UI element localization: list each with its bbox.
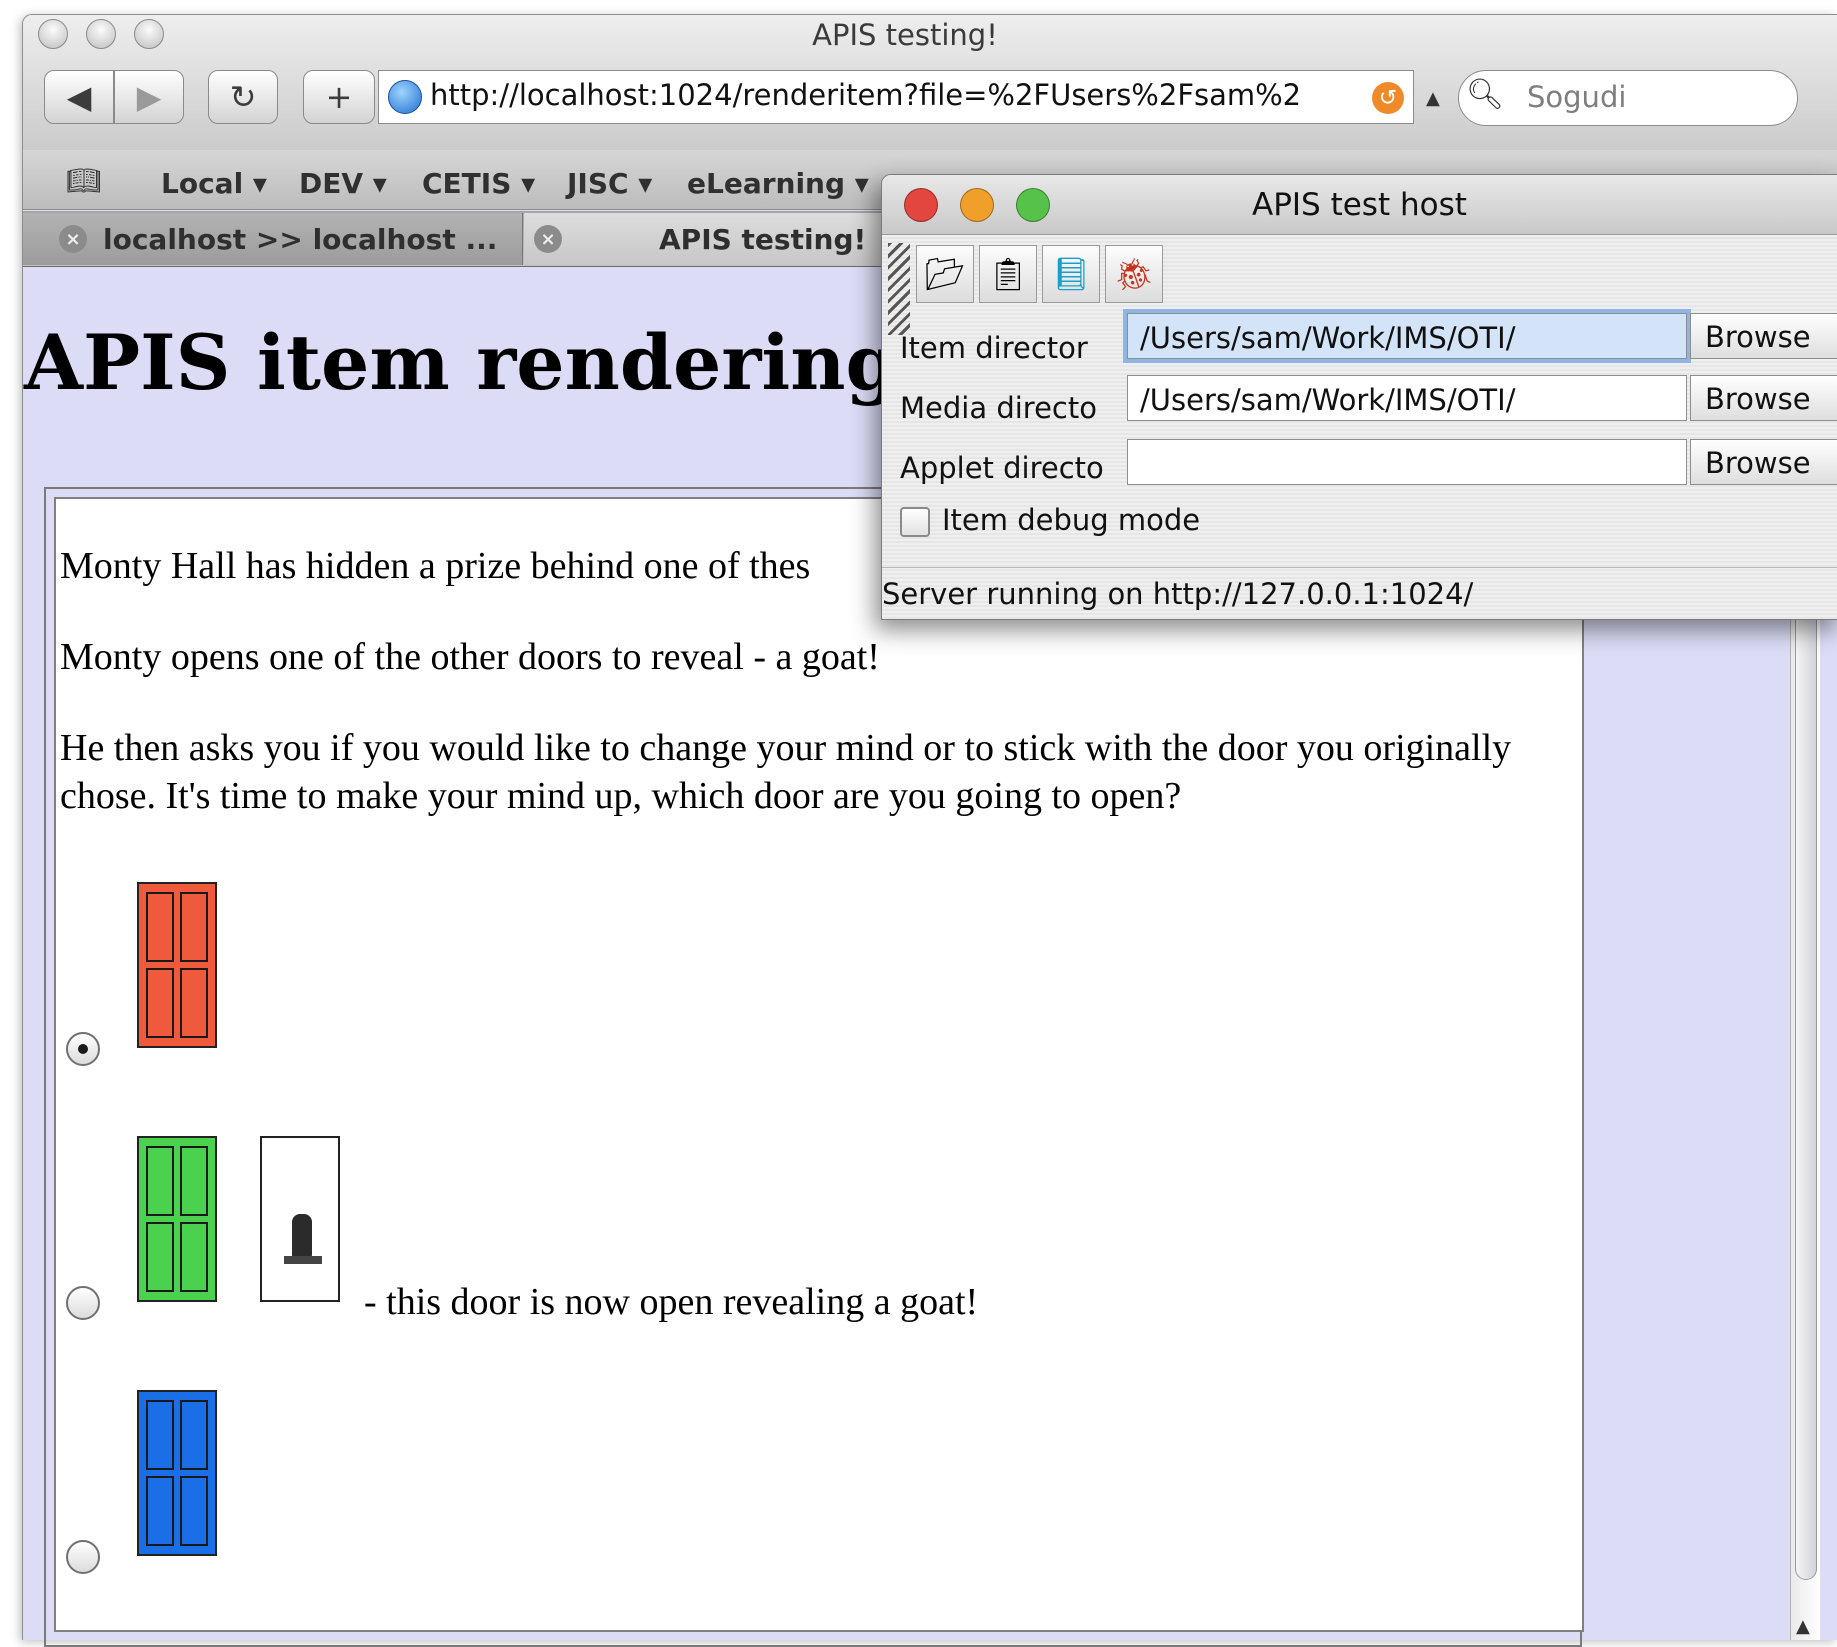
door-panel: [146, 1400, 174, 1470]
media-directory-input[interactable]: /Users/sam/Work/IMS/OTI/: [1127, 375, 1687, 421]
tab-label: APIS testing!: [659, 223, 867, 256]
tab-close-icon[interactable]: ×: [534, 225, 562, 253]
door-panel: [146, 892, 174, 962]
door-panel: [180, 968, 208, 1038]
server-status-text: Server running on http://127.0.0.1:1024/: [882, 577, 1474, 611]
door-panel: [146, 1476, 174, 1546]
door-panel: [180, 1400, 208, 1470]
bookmark-dev[interactable]: DEV ▾: [299, 167, 387, 200]
question-paragraph-2: Monty opens one of the other doors to re…: [60, 636, 880, 678]
door-panel: [146, 1146, 174, 1216]
item-debug-mode-checkbox[interactable]: [900, 507, 930, 537]
item-directory-input[interactable]: /Users/sam/Work/IMS/OTI/: [1123, 309, 1691, 363]
window-title: APIS testing!: [812, 18, 998, 52]
toolbar-grip-icon[interactable]: [888, 243, 910, 335]
bookmark-cetis[interactable]: CETIS ▾: [422, 167, 535, 200]
open-folder-icon[interactable]: 📂︎: [916, 245, 974, 303]
search-placeholder[interactable]: Sogudi: [1527, 80, 1626, 114]
item-directory-browse-button[interactable]: Browse: [1690, 313, 1837, 359]
goat-icon: [292, 1214, 312, 1258]
search-field[interactable]: [1458, 70, 1798, 126]
search-icon[interactable]: 🔍︎: [1466, 77, 1504, 112]
choice-3-radio[interactable]: [66, 1540, 100, 1574]
reload-icon: ↻: [229, 78, 257, 116]
back-arrow-icon: ◀: [66, 78, 92, 116]
forward-button[interactable]: ▶: [114, 70, 184, 124]
door-panel: [180, 892, 208, 962]
book-icon[interactable]: 📘︎: [1042, 245, 1100, 303]
reload-button[interactable]: ↻: [208, 70, 278, 124]
tab-label: localhost >> localhost ...: [103, 223, 498, 256]
apis-test-host-window: APIS test host 📂︎ 📋︎ 📘︎ 🐞︎ Item director…: [881, 174, 1837, 620]
choice-1-radio[interactable]: [66, 1032, 100, 1066]
page-title: APIS item rendering te: [24, 318, 1009, 407]
bookmarks-book-icon[interactable]: 📖︎: [66, 164, 102, 197]
globe-icon: [388, 80, 422, 114]
debug-bug-icon[interactable]: 🐞︎: [1105, 245, 1163, 303]
scrollbar-thumb[interactable]: [1795, 560, 1817, 1580]
bookmark-jisc[interactable]: JISC ▾: [567, 167, 652, 200]
item-directory-label: Item director: [900, 331, 1088, 365]
snapback-icon[interactable]: ↺: [1372, 82, 1404, 114]
applet-directory-input[interactable]: [1127, 439, 1687, 485]
forward-arrow-icon: ▶: [136, 78, 162, 116]
applet-directory-label: Applet directo: [900, 451, 1104, 485]
tab-localhost[interactable]: × localhost >> localhost ...: [23, 213, 523, 265]
back-button[interactable]: ◀: [44, 70, 114, 124]
question-paragraph-3: He then asks you if you would like to ch…: [60, 727, 1512, 817]
media-directory-label: Media directo: [900, 391, 1097, 425]
red-door-image: [137, 882, 217, 1048]
item-debug-mode-label: Item debug mode: [942, 503, 1201, 537]
bookmark-elearning[interactable]: eLearning ▾: [687, 167, 869, 200]
goat-caption: - this door is now open revealing a goat…: [364, 1281, 979, 1323]
caret-up-icon: ▲: [1426, 88, 1440, 109]
door-panel: [146, 1222, 174, 1292]
goat-base-icon: [284, 1256, 322, 1264]
bookmark-local[interactable]: Local ▾: [161, 167, 267, 200]
host-zoom-button[interactable]: [1016, 188, 1050, 222]
media-directory-browse-button[interactable]: Browse: [1690, 375, 1837, 421]
host-window-title: APIS test host: [1252, 187, 1467, 223]
add-bookmark-button[interactable]: +: [303, 70, 375, 124]
door-panel: [180, 1476, 208, 1546]
green-door-image: [137, 1136, 217, 1302]
url-text[interactable]: http://localhost:1024/renderitem?file=%2…: [430, 78, 1360, 112]
door-panel: [180, 1222, 208, 1292]
host-minimize-button[interactable]: [960, 188, 994, 222]
paste-document-icon[interactable]: 📋︎: [979, 245, 1037, 303]
door-panel: [146, 968, 174, 1038]
blue-door-image: [137, 1390, 217, 1556]
plus-icon: +: [325, 78, 353, 116]
choice-2-radio[interactable]: [66, 1286, 100, 1320]
door-panel: [180, 1146, 208, 1216]
applet-directory-browse-button[interactable]: Browse: [1690, 439, 1837, 485]
host-close-button[interactable]: [904, 188, 938, 222]
scroll-up-arrow-icon[interactable]: ▲: [1796, 1616, 1810, 1637]
tab-close-icon[interactable]: ×: [59, 225, 87, 253]
